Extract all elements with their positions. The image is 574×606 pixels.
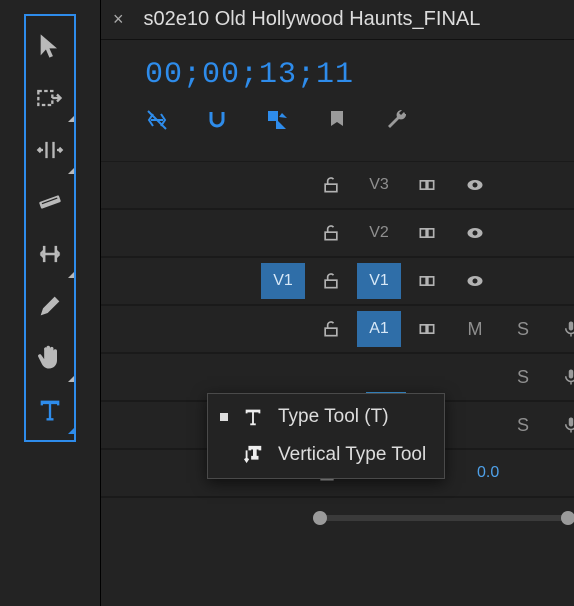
lock-icon[interactable] [309, 311, 353, 347]
voiceover-mic-icon[interactable] [549, 311, 574, 347]
active-marker-icon [220, 451, 228, 459]
flyout-indicator-icon [68, 428, 74, 434]
track-label[interactable]: A1 [357, 311, 401, 347]
flyout-item-label: Type Tool (T) [278, 406, 389, 428]
premiere-workspace: × s02e10 Old Hollywood Haunts_FINAL 00;0… [0, 0, 574, 606]
snap-icon[interactable] [205, 108, 229, 137]
tool-column [24, 14, 76, 442]
flyout-indicator-icon [68, 168, 74, 174]
master-value[interactable]: 0.0 [477, 464, 499, 482]
razor-tool[interactable] [24, 176, 76, 228]
solo-toggle[interactable]: S [501, 311, 545, 347]
flyout-item-vertical-type-tool[interactable]: Vertical Type Tool [208, 436, 444, 474]
flyout-indicator-icon [68, 272, 74, 278]
sync-lock-icon[interactable] [405, 263, 449, 299]
mute-toggle[interactable]: M [453, 311, 497, 347]
linked-selection-icon[interactable] [265, 108, 289, 137]
active-marker-icon [220, 413, 228, 421]
vertical-type-icon [242, 444, 264, 466]
voiceover-mic-icon[interactable] [549, 407, 574, 443]
flyout-item-type-tool[interactable]: Type Tool (T) [208, 398, 444, 436]
toggle-output-eye-icon[interactable] [453, 263, 497, 299]
track-label[interactable]: V1 [357, 263, 401, 299]
lock-icon[interactable] [309, 263, 353, 299]
sync-lock-icon[interactable] [405, 167, 449, 203]
ripple-edit-tool[interactable] [24, 124, 76, 176]
zoom-slider[interactable] [315, 515, 573, 521]
toggle-output-eye-icon[interactable] [453, 215, 497, 251]
playhead-timecode[interactable]: 00;00;13;11 [101, 40, 574, 102]
timeline-toolbar [101, 102, 574, 161]
tool-sidebar [0, 0, 100, 606]
flyout-indicator-icon [68, 376, 74, 382]
settings-wrench-icon[interactable] [385, 108, 409, 137]
sync-lock-icon[interactable] [405, 311, 449, 347]
track-label[interactable]: V3 [357, 167, 401, 203]
sequence-title[interactable]: s02e10 Old Hollywood Haunts_FINAL [144, 8, 481, 31]
sequence-tabs: × s02e10 Old Hollywood Haunts_FINAL [101, 0, 574, 40]
zoom-slider-row [101, 497, 574, 537]
video-track-v1[interactable]: V1 V1 [101, 257, 574, 305]
solo-toggle[interactable]: S [501, 359, 545, 395]
marker-icon[interactable] [325, 108, 349, 137]
video-track-v2[interactable]: V2 [101, 209, 574, 257]
timeline-panel: × s02e10 Old Hollywood Haunts_FINAL 00;0… [100, 0, 574, 606]
selection-tool[interactable] [24, 20, 76, 72]
pen-tool[interactable] [24, 280, 76, 332]
toggle-output-eye-icon[interactable] [453, 167, 497, 203]
track-label[interactable]: V2 [357, 215, 401, 251]
hand-tool[interactable] [24, 332, 76, 384]
track-header-area: V3 V2 V1 V1 [101, 161, 574, 537]
slip-tool[interactable] [24, 228, 76, 280]
solo-toggle[interactable]: S [501, 407, 545, 443]
voiceover-mic-icon[interactable] [549, 359, 574, 395]
lock-icon[interactable] [309, 215, 353, 251]
zoom-handle-left[interactable] [313, 511, 327, 525]
audio-track-a1[interactable]: A1 M S [101, 305, 574, 353]
flyout-item-label: Vertical Type Tool [278, 444, 426, 466]
source-patch-v1[interactable]: V1 [261, 263, 305, 299]
close-tab-button[interactable]: × [109, 9, 128, 30]
track-select-forward-tool[interactable] [24, 72, 76, 124]
video-track-v3[interactable]: V3 [101, 161, 574, 209]
zoom-handle-right[interactable] [561, 511, 574, 525]
insert-overwrite-toggle-icon[interactable] [145, 108, 169, 137]
type-icon [242, 406, 264, 428]
type-tool[interactable] [24, 384, 76, 436]
lock-icon[interactable] [309, 167, 353, 203]
sync-lock-icon[interactable] [405, 215, 449, 251]
type-tool-flyout: Type Tool (T) Vertical Type Tool [207, 393, 445, 479]
flyout-indicator-icon [68, 116, 74, 122]
